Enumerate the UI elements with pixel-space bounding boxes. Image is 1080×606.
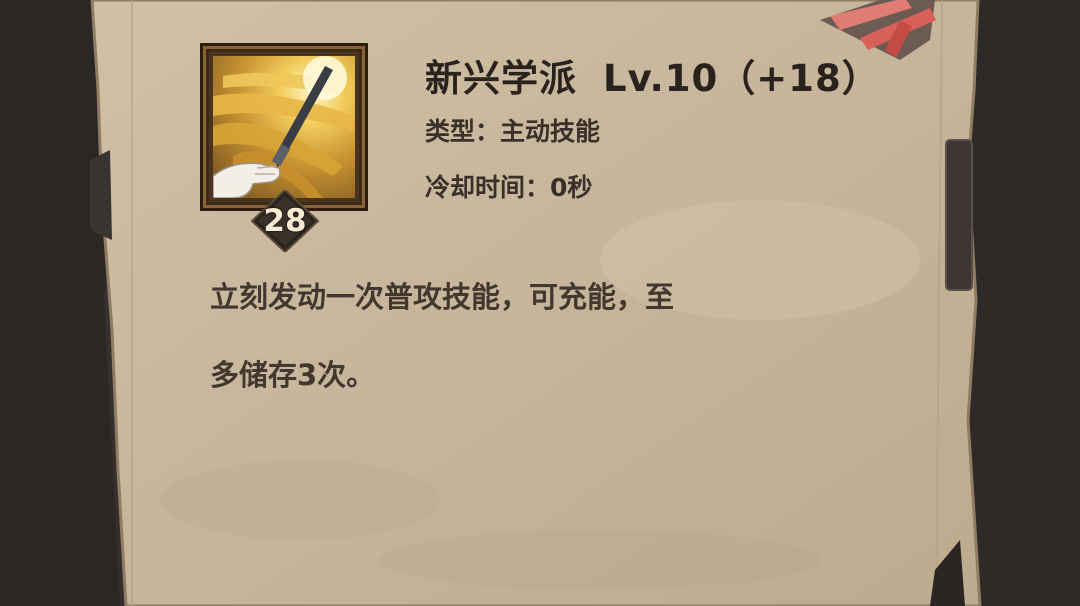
skill-description: 立刻发动一次普攻技能，可充能，至 多储存3次。 <box>210 276 850 397</box>
skill-type-value: 主动技能 <box>500 117 601 146</box>
skill-detail-screen: 28 新兴学派 Lv.10（+18） 类型：主动技能 冷却时间：0秒 立刻发动一次… <box>0 0 1080 606</box>
feather-quill-icon <box>213 56 355 198</box>
scroll-clasp <box>945 139 973 291</box>
skill-cooldown-row: 冷却时间：0秒 <box>425 168 592 204</box>
skill-name: 新兴学派 <box>425 57 577 100</box>
skill-cooldown-value: 0秒 <box>550 173 593 202</box>
description-line: 多储存3次。 <box>210 358 376 392</box>
skill-title: 新兴学派 Lv.10（+18） <box>425 48 880 102</box>
skill-level-badge: 28 <box>250 190 320 252</box>
badge-number: 28 <box>263 203 307 239</box>
skill-level: Lv.10（+18） <box>603 57 880 100</box>
skill-type-label: 类型： <box>425 117 501 146</box>
description-line: 立刻发动一次普攻技能，可充能，至 <box>210 280 675 314</box>
skill-icon-frame[interactable] <box>200 43 368 211</box>
skill-type-row: 类型：主动技能 <box>425 112 600 148</box>
skill-cooldown-label: 冷却时间： <box>425 173 551 202</box>
